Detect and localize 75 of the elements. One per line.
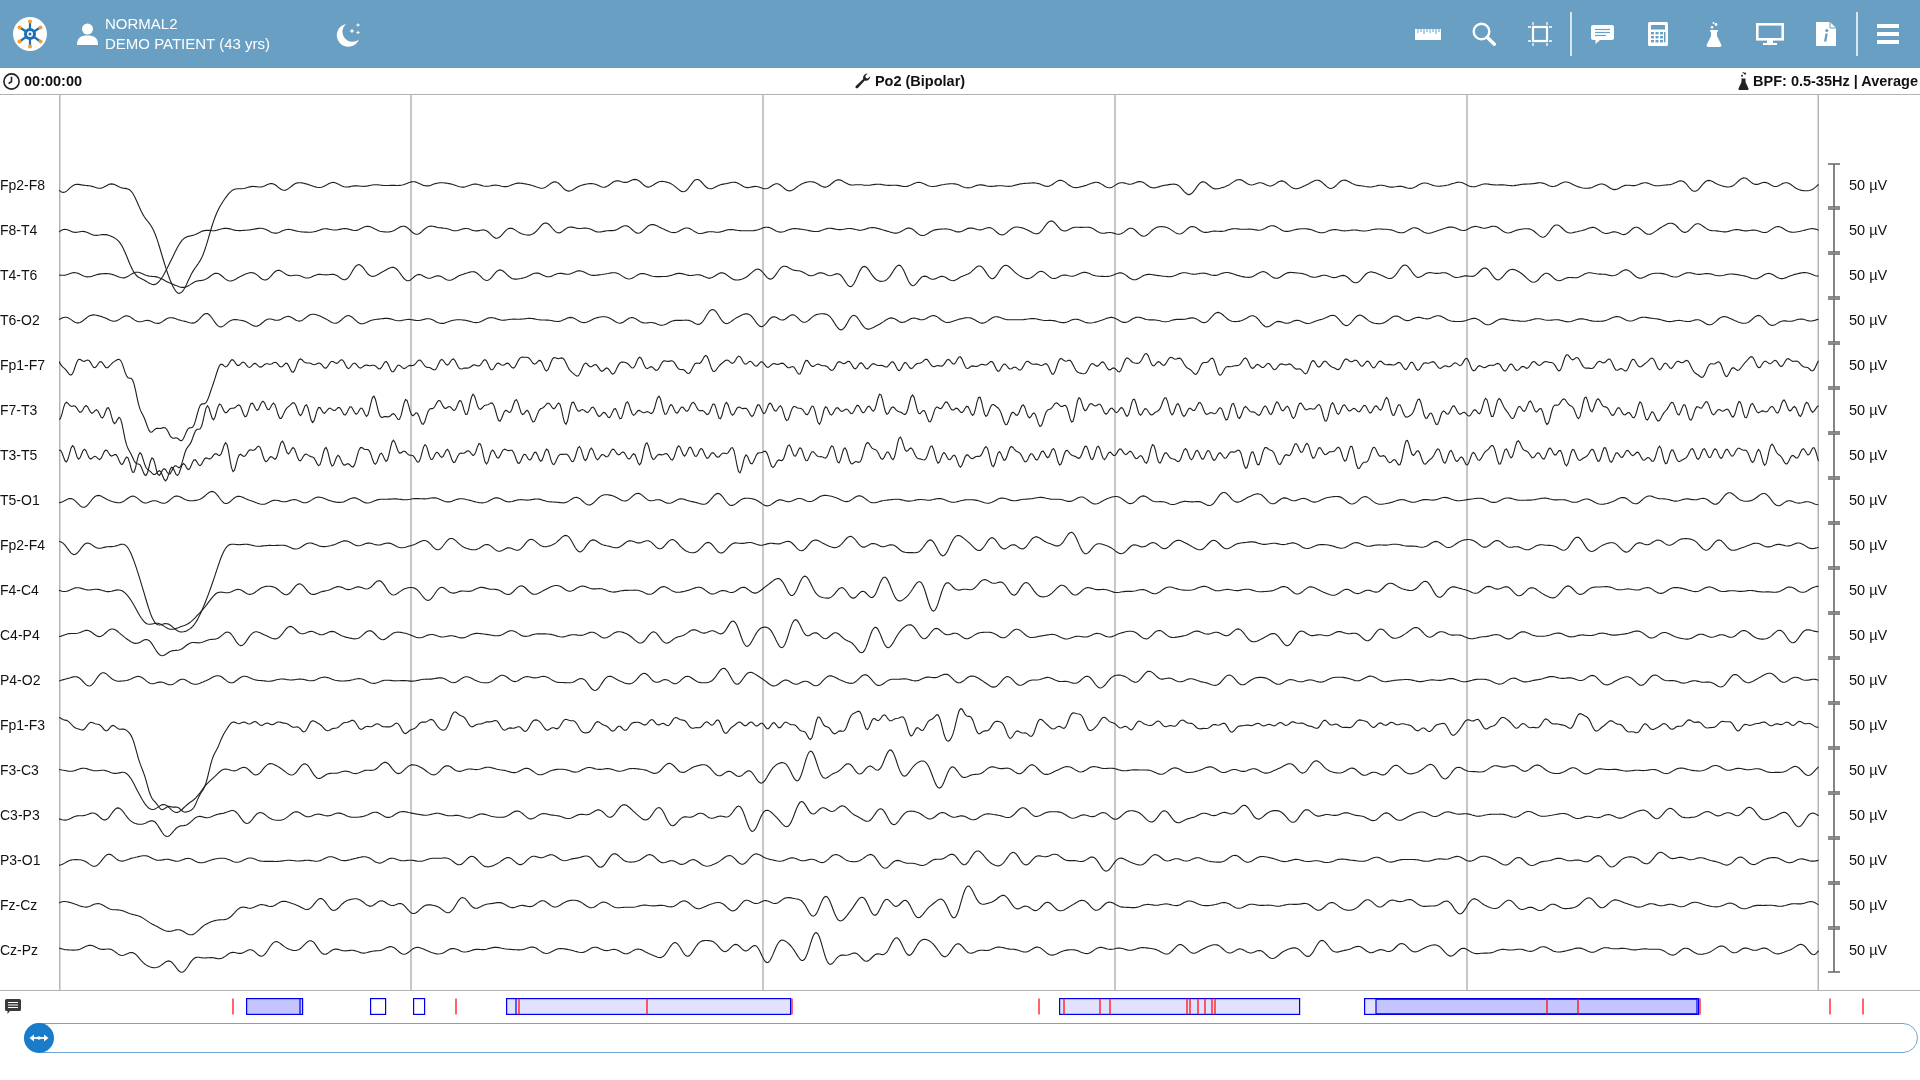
flask-icon	[1738, 72, 1750, 90]
patient-name: DEMO PATIENT (43 yrs)	[105, 34, 271, 54]
filter-label: BPF: 0.5-35Hz | Average	[1753, 71, 1918, 91]
channel-label: P3-O1	[0, 852, 41, 868]
scale-label: 50 µV	[1849, 896, 1888, 915]
channel-label: F7-T3	[0, 402, 38, 418]
clock-icon	[3, 72, 20, 90]
scale-bar	[1828, 613, 1840, 658]
logo-icon[interactable]	[13, 17, 47, 51]
scale-label: 50 µV	[1849, 401, 1888, 420]
scale-bar	[1828, 253, 1840, 298]
menu-icon[interactable]	[1877, 24, 1899, 44]
scale-bar	[1828, 388, 1840, 433]
user-icon	[77, 23, 98, 45]
channel-label: Fp1-F7	[0, 357, 46, 373]
record-name: NORMAL2	[105, 14, 179, 34]
channel-label: T3-T5	[0, 447, 38, 463]
channel-label: T5-O1	[0, 492, 40, 508]
ruler-icon[interactable]	[1415, 28, 1441, 40]
channel-label: F4-C4	[0, 582, 39, 598]
scale-label: 50 µV	[1849, 671, 1888, 690]
scale-bar	[1828, 163, 1840, 208]
channel-label: Cz-Pz	[0, 942, 39, 958]
scale-bar	[1828, 838, 1840, 883]
channel-label: P4-O2	[0, 672, 41, 688]
montage-label: Po2 (Bipolar)	[874, 71, 966, 91]
scale-label: 50 µV	[1849, 851, 1888, 870]
scale-bar	[1828, 703, 1840, 748]
scale-bar	[1828, 928, 1840, 973]
channel-label: Fz-Cz	[0, 897, 38, 913]
comment-icon[interactable]	[5, 998, 21, 1014]
scale-bar	[1828, 343, 1840, 388]
scale-bar	[1828, 523, 1840, 568]
scale-bar	[1828, 298, 1840, 343]
scale-label: 50 µV	[1849, 536, 1888, 555]
search-icon[interactable]	[1472, 22, 1496, 46]
channel-label: C4-P4	[0, 627, 40, 643]
crop-icon[interactable]	[1528, 22, 1552, 46]
scale-label: 50 µV	[1849, 806, 1888, 825]
channel-label: F8-T4	[0, 222, 38, 238]
scale-label: 50 µV	[1849, 446, 1888, 465]
monitor-icon[interactable]	[1756, 23, 1784, 45]
channel-label: Fp2-F4	[0, 537, 46, 553]
channel-label: Fp2-F8	[0, 177, 46, 193]
channel-label: F3-C3	[0, 762, 39, 778]
scale-label: 50 µV	[1849, 356, 1888, 375]
channel-label: T4-T6	[0, 267, 38, 283]
scale-label: 50 µV	[1849, 176, 1888, 195]
slider-handle[interactable]	[24, 1023, 54, 1053]
channel-label: C3-P3	[0, 807, 40, 823]
scale-bar	[1828, 478, 1840, 523]
scale-label: 50 µV	[1849, 581, 1888, 600]
scale-label: 50 µV	[1849, 626, 1888, 645]
scale-label: 50 µV	[1849, 221, 1888, 240]
scale-bar	[1828, 433, 1840, 478]
document-info-icon[interactable]	[1816, 22, 1836, 46]
scale-label: 50 µV	[1849, 266, 1888, 285]
wrench-icon	[854, 73, 871, 89]
scale-label: 50 µV	[1849, 491, 1888, 510]
scale-label: 50 µV	[1849, 311, 1888, 330]
scale-bar	[1828, 568, 1840, 613]
calculator-icon[interactable]	[1648, 22, 1668, 46]
channel-label: T6-O2	[0, 312, 40, 328]
moon-icon[interactable]	[334, 21, 362, 47]
scale-bar	[1828, 748, 1840, 793]
scale-bar	[1828, 793, 1840, 838]
scale-label: 50 µV	[1849, 941, 1888, 960]
time-label: 00:00:00	[24, 71, 83, 91]
flask-icon[interactable]	[1706, 21, 1722, 47]
scale-bar	[1828, 208, 1840, 253]
scale-label: 50 µV	[1849, 761, 1888, 780]
scale-label: 50 µV	[1849, 716, 1888, 735]
scale-bar	[1828, 883, 1840, 928]
channel-label: Fp1-F3	[0, 717, 46, 733]
scale-bar	[1828, 658, 1840, 703]
